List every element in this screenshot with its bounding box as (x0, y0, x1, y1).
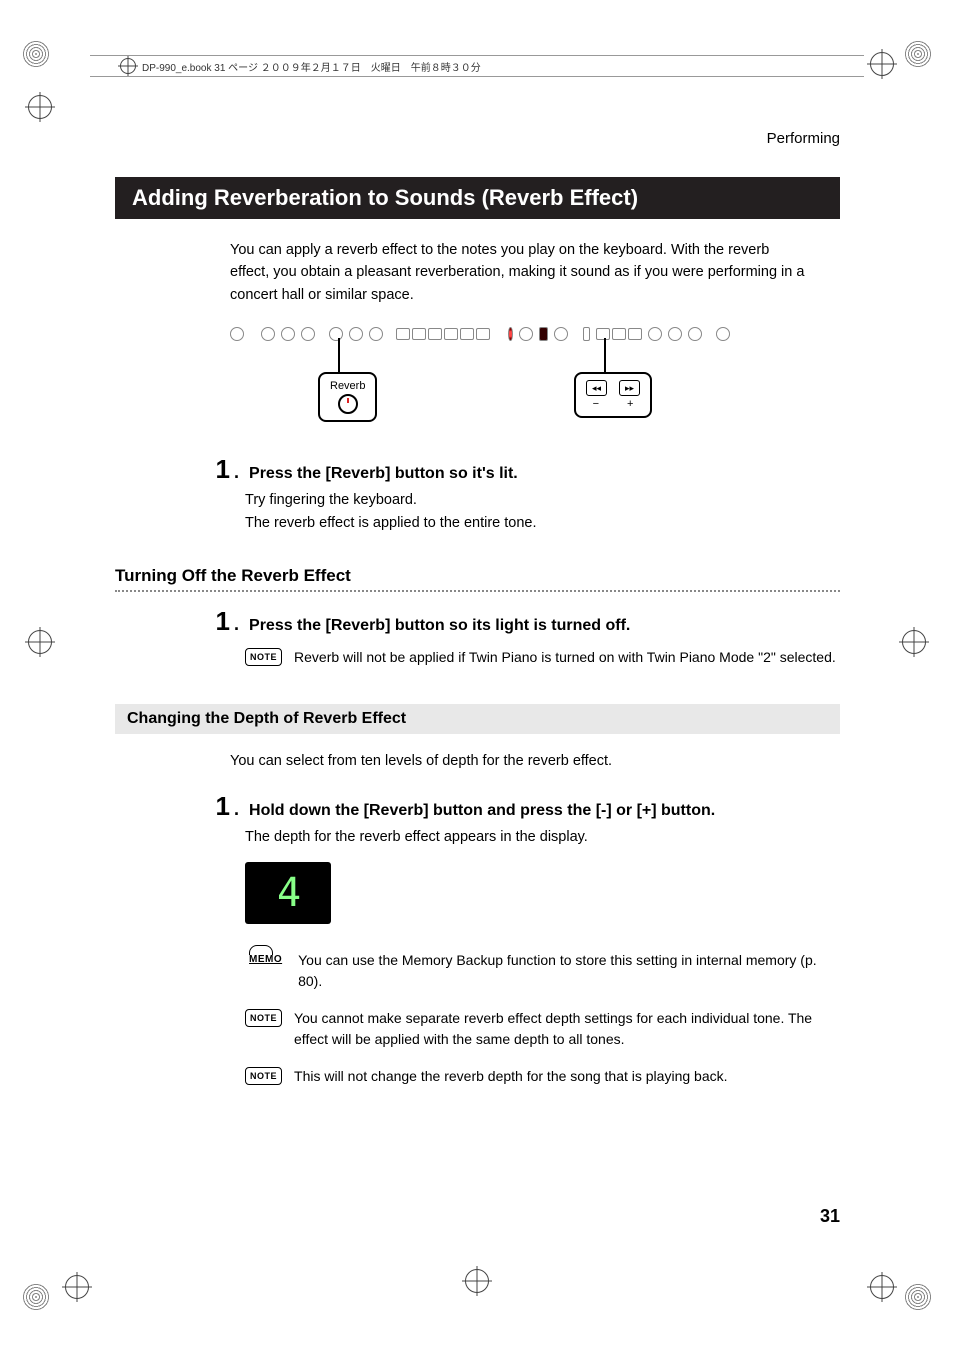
register-mark-icon (870, 1275, 894, 1299)
crop-mark-icon (22, 1283, 50, 1311)
note-badge: NOTE (245, 648, 282, 666)
page-number: 31 (820, 1206, 840, 1227)
crop-mark-icon (22, 40, 50, 68)
step-sub: The reverb effect is applied to the enti… (245, 512, 840, 534)
subsection-heading: Turning Off the Reverb Effect (115, 566, 840, 586)
crop-mark-icon (904, 40, 932, 68)
control-panel-figure: Reverb ◂◂ ▸▸ − + (230, 324, 730, 424)
section-heading: Adding Reverberation to Sounds (Reverb E… (115, 177, 840, 219)
intro-paragraph: You can apply a reverb effect to the not… (230, 239, 810, 306)
crop-mark-icon (904, 1283, 932, 1311)
reverb-callout-label: Reverb (330, 380, 365, 392)
register-mark-icon (28, 630, 52, 654)
step-number: 1 (190, 791, 234, 822)
step-number: 1 (190, 606, 234, 637)
register-mark-icon (120, 58, 136, 74)
memo-badge: MEMO (245, 951, 286, 967)
lcd-display-figure: 4 (245, 862, 331, 924)
forward-icon: ▸▸ (619, 380, 640, 396)
note-text: Reverb will not be applied if Twin Piano… (294, 647, 836, 668)
step-sub: The depth for the reverb effect appears … (245, 826, 840, 848)
step-1: 1 . Press the [Reverb] button so its lig… (190, 606, 840, 637)
memo-row: MEMO You can use the Memory Backup funct… (245, 950, 840, 992)
note-row: NOTE Reverb will not be applied if Twin … (245, 647, 840, 668)
transport-callout: ◂◂ ▸▸ − + (574, 372, 652, 418)
note-badge: NOTE (245, 1009, 282, 1027)
note-row: NOTE You cannot make separate reverb eff… (245, 1008, 840, 1050)
register-mark-icon (28, 95, 52, 119)
step-1: 1 . Hold down the [Reverb] button and pr… (190, 791, 840, 822)
step-text: Hold down the [Reverb] button and press … (249, 796, 840, 820)
doc-meta-strip: DP-990_e.book 31 ページ ２００９年２月１７日 火曜日 午前８時… (90, 55, 864, 77)
register-mark-icon (902, 630, 926, 654)
plus-label: + (627, 398, 633, 410)
note-text: This will not change the reverb depth fo… (294, 1066, 727, 1087)
running-header: Performing (115, 130, 840, 147)
step-text: Press the [Reverb] button so it's lit. (249, 459, 840, 483)
register-mark-icon (870, 52, 894, 76)
display-value: 4 (277, 870, 299, 916)
dotted-rule (115, 590, 840, 592)
note-text: You cannot make separate reverb effect d… (294, 1008, 840, 1050)
minus-label: − (593, 398, 599, 410)
step-sub: Try fingering the keyboard. (245, 489, 840, 511)
knob-icon (338, 394, 358, 414)
note-row: NOTE This will not change the reverb dep… (245, 1066, 840, 1087)
step-1: 1 . Press the [Reverb] button so it's li… (190, 454, 840, 485)
register-mark-icon (65, 1275, 89, 1299)
note-badge: NOTE (245, 1067, 282, 1085)
section-intro: You can select from ten levels of depth … (230, 750, 810, 772)
step-number: 1 (190, 454, 234, 485)
subsection-band-heading: Changing the Depth of Reverb Effect (115, 704, 840, 734)
doc-meta-text: DP-990_e.book 31 ページ ２００９年２月１７日 火曜日 午前８時… (142, 59, 481, 74)
rewind-icon: ◂◂ (586, 380, 607, 396)
register-mark-icon (465, 1269, 489, 1293)
reverb-callout: Reverb (318, 372, 377, 422)
memo-text: You can use the Memory Backup function t… (298, 950, 840, 992)
step-text: Press the [Reverb] button so its light i… (249, 611, 840, 635)
